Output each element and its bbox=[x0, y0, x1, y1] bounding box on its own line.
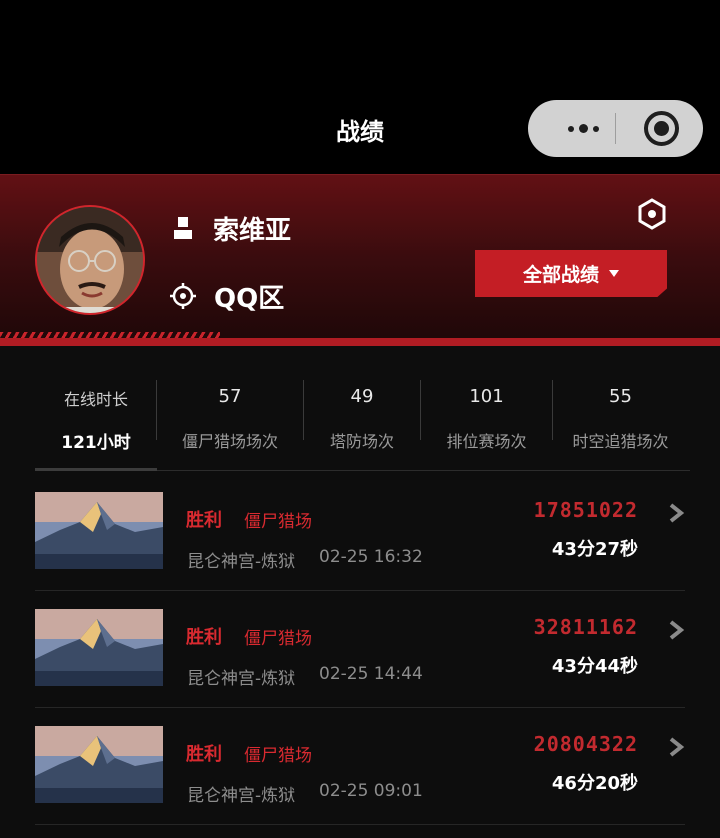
stat-time-chase[interactable]: 55 时空追猎场次 bbox=[553, 370, 688, 470]
match-map: 昆仑神宫-炼狱 bbox=[187, 552, 296, 572]
match-mode: 僵尸猎场 bbox=[244, 746, 312, 766]
stat-value: 121小时 bbox=[61, 433, 131, 453]
match-map: 昆仑神宫-炼狱 bbox=[187, 786, 296, 806]
match-mode: 僵尸猎场 bbox=[244, 629, 312, 649]
stat-label: 塔防场次 bbox=[329, 432, 394, 451]
map-thumbnail bbox=[35, 492, 163, 569]
match-result: 胜利 bbox=[186, 627, 222, 648]
match-mode: 僵尸猎场 bbox=[244, 512, 312, 532]
chevron-right-icon bbox=[669, 737, 685, 757]
match-time: 02-25 09:01 bbox=[319, 781, 423, 801]
chevron-right-icon bbox=[669, 503, 685, 523]
match-record[interactable]: 胜利 僵尸猎场 昆仑神宫-炼狱 02-25 09:01 20804322 46分… bbox=[0, 707, 720, 825]
record-filter-label: 全部战绩 bbox=[522, 264, 599, 286]
player-name-row: 索维亚 bbox=[172, 208, 291, 248]
record-filter-dropdown[interactable]: 全部战绩 bbox=[475, 250, 667, 297]
more-dots-icon[interactable] bbox=[550, 100, 616, 157]
match-result: 胜利 bbox=[186, 744, 222, 765]
record-divider bbox=[35, 824, 685, 825]
stat-value: 55 bbox=[609, 386, 632, 407]
stat-tower-defense[interactable]: 49 塔防场次 bbox=[304, 370, 420, 470]
caret-down-icon bbox=[609, 270, 619, 277]
close-target-icon[interactable] bbox=[644, 111, 679, 146]
match-duration: 46分20秒 bbox=[551, 773, 638, 794]
match-time: 02-25 16:32 bbox=[319, 547, 423, 567]
match-score: 32811162 bbox=[533, 615, 638, 639]
capsule-divider bbox=[615, 113, 616, 144]
settings-hex-icon[interactable] bbox=[637, 198, 667, 230]
match-result: 胜利 bbox=[186, 510, 222, 531]
stat-label: 在线时长 bbox=[63, 390, 128, 409]
title-bar: 战绩 bbox=[0, 0, 720, 174]
chevron-right-icon bbox=[669, 620, 685, 640]
player-region: QQ区 bbox=[214, 283, 285, 314]
stats-summary: 在线时长 121小时 57 僵尸猎场场次 49 塔防场次 101 排位赛场次 5… bbox=[0, 370, 720, 470]
stat-value: 57 bbox=[218, 386, 242, 407]
match-duration: 43分44秒 bbox=[551, 656, 638, 677]
match-map: 昆仑神宫-炼狱 bbox=[187, 669, 296, 689]
match-score: 20804322 bbox=[533, 732, 638, 756]
match-score: 17851022 bbox=[533, 498, 638, 522]
stats-active-indicator bbox=[35, 468, 157, 471]
map-thumbnail bbox=[35, 609, 163, 686]
stat-label: 僵尸猎场场次 bbox=[181, 432, 278, 451]
player-name: 索维亚 bbox=[213, 215, 292, 246]
stat-ranked[interactable]: 101 排位赛场次 bbox=[421, 370, 552, 470]
mini-program-capsule bbox=[528, 100, 703, 157]
stat-value: 101 bbox=[469, 386, 504, 407]
match-record[interactable]: 胜利 僵尸猎场 昆仑神宫-炼狱 02-25 14:44 32811162 43分… bbox=[0, 590, 720, 708]
stat-zombie-hunt[interactable]: 57 僵尸猎场场次 bbox=[157, 370, 303, 470]
user-icon bbox=[174, 217, 192, 239]
match-record[interactable]: 胜利 僵尸猎场 昆仑神宫-炼狱 02-25 16:32 17851022 43分… bbox=[0, 473, 720, 591]
stat-online-time[interactable]: 在线时长 121小时 bbox=[35, 370, 157, 470]
stat-value: 49 bbox=[350, 386, 374, 407]
crosshair-icon bbox=[170, 283, 196, 309]
stat-label: 排位赛场次 bbox=[446, 432, 527, 451]
profile-bottom-line bbox=[0, 338, 720, 346]
match-duration: 43分27秒 bbox=[551, 539, 638, 560]
player-region-row: QQ区 bbox=[170, 276, 284, 316]
stat-label: 时空追猎场次 bbox=[572, 432, 669, 451]
map-thumbnail bbox=[35, 726, 163, 803]
avatar[interactable] bbox=[35, 205, 145, 315]
match-time: 02-25 14:44 bbox=[319, 664, 423, 684]
